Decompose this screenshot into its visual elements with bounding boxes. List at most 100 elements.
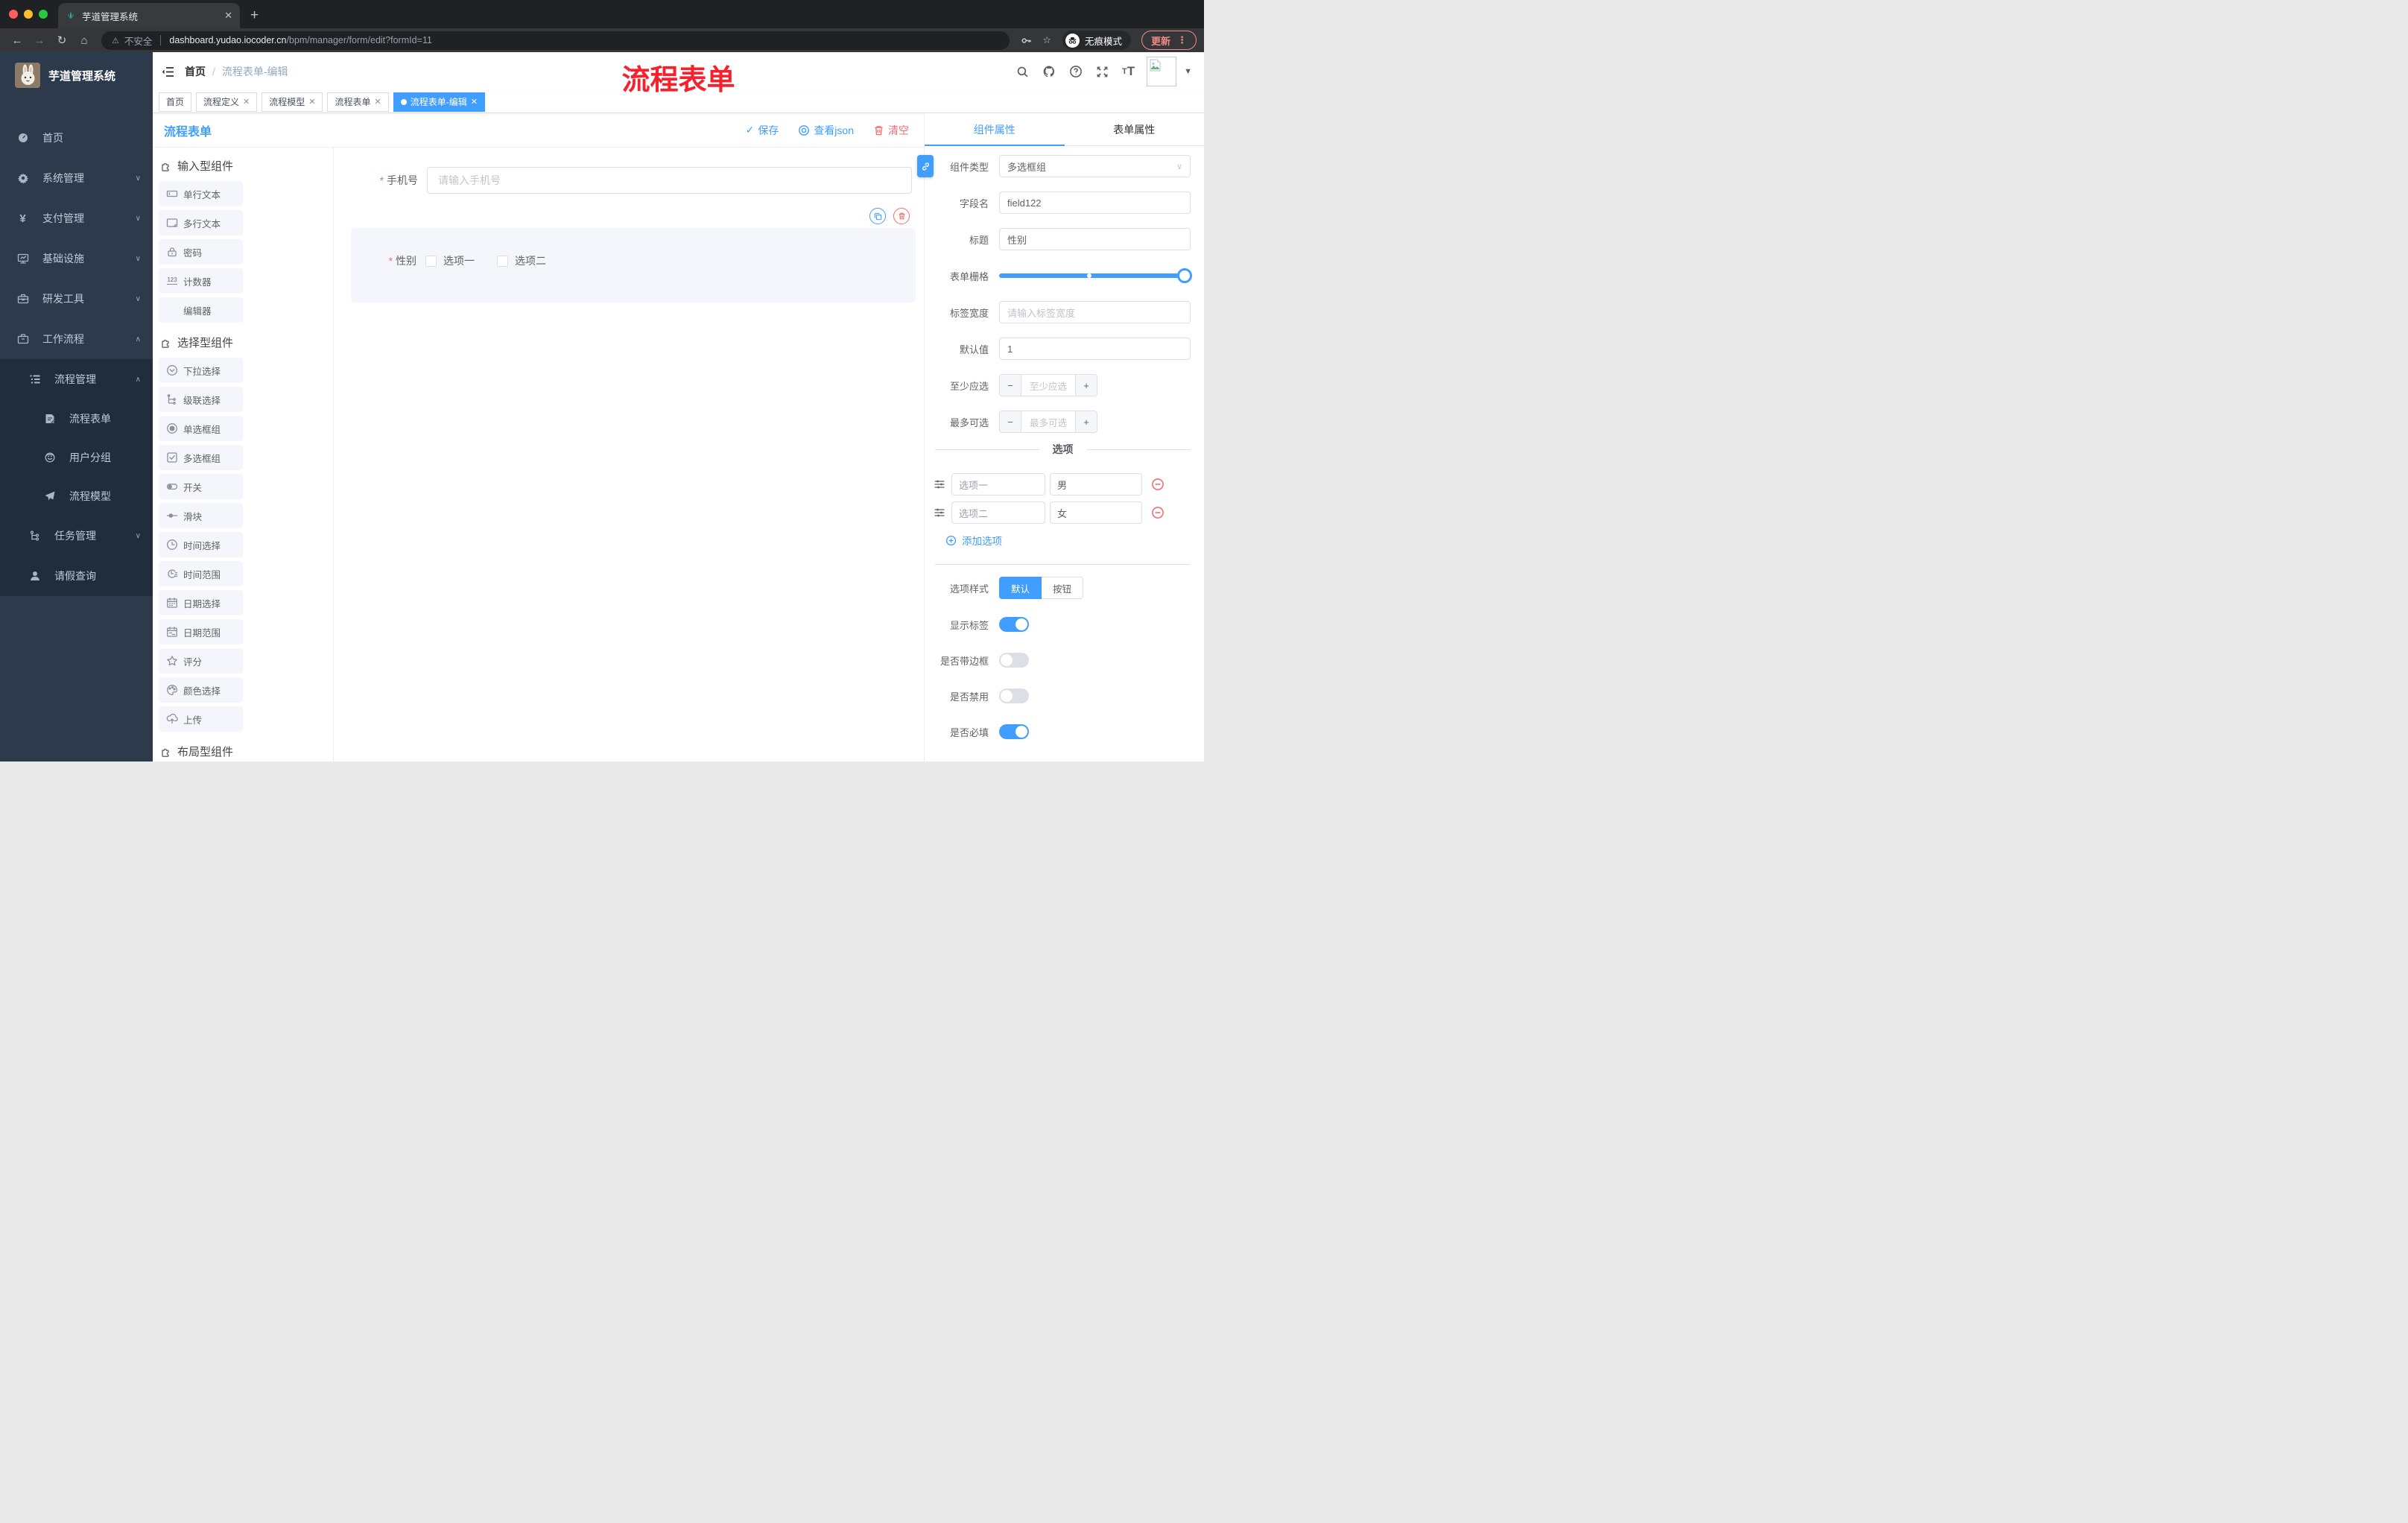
maximize-window-button[interactable] bbox=[39, 10, 48, 19]
sidebar-item-任务管理[interactable]: 任务管理 ∨ bbox=[0, 516, 153, 556]
drag-handle-icon[interactable] bbox=[934, 507, 945, 519]
home-icon[interactable]: ⌂ bbox=[75, 34, 94, 47]
palette-item-颜色选择[interactable]: 颜色选择 bbox=[159, 677, 243, 703]
sidebar-item-流程管理[interactable]: 流程管理 ∧ bbox=[0, 359, 153, 399]
canvas-field-phone[interactable]: 手机号 请输入手机号 bbox=[342, 167, 912, 194]
copy-component-button[interactable] bbox=[869, 208, 886, 224]
toggle-switch[interactable] bbox=[999, 653, 1029, 668]
collapse-sidebar-icon[interactable] bbox=[162, 66, 174, 77]
palette-item-下拉选择[interactable]: 下拉选择 bbox=[159, 358, 243, 383]
window-controls[interactable] bbox=[0, 10, 58, 28]
bookmark-star-icon[interactable]: ☆ bbox=[1042, 34, 1051, 46]
tag-close-icon[interactable]: ✕ bbox=[308, 97, 315, 107]
palette-item-日期范围[interactable]: 日期范围 bbox=[159, 619, 243, 645]
form-canvas[interactable]: 手机号 请输入手机号 bbox=[334, 148, 924, 762]
clear-button[interactable]: 清空 bbox=[873, 123, 909, 138]
canvas-field-gender-selected[interactable]: 性别 选项一 选项二 bbox=[351, 208, 916, 303]
reload-icon[interactable]: ↻ bbox=[52, 34, 72, 47]
palette-item-日期选择[interactable]: 日期选择 bbox=[159, 590, 243, 615]
palette-item-编辑器[interactable]: 编辑器 bbox=[159, 297, 243, 323]
remove-option-button[interactable] bbox=[1151, 506, 1165, 519]
grid-slider[interactable] bbox=[999, 265, 1192, 287]
sidebar-item-首页[interactable]: 首页 bbox=[0, 118, 153, 158]
tag-close-icon[interactable]: ✕ bbox=[243, 97, 250, 107]
option-value-input[interactable]: 男 bbox=[1050, 473, 1142, 495]
palette-item-多行文本[interactable]: 多行文本 bbox=[159, 210, 243, 235]
url-text[interactable]: dashboard.yudao.iocoder.cn/bpm/manager/f… bbox=[169, 35, 431, 45]
browser-tab[interactable]: 芋道管理系统 ✕ bbox=[58, 3, 240, 28]
back-icon[interactable]: ← bbox=[7, 34, 27, 47]
delete-component-button[interactable] bbox=[893, 208, 910, 224]
sidebar-item-用户分组[interactable]: 用户分组 bbox=[0, 438, 153, 477]
toggle-switch[interactable] bbox=[999, 617, 1029, 632]
tag-流程表单[interactable]: 流程表单 ✕ bbox=[327, 92, 389, 112]
palette-item-多选框组[interactable]: 多选框组 bbox=[159, 445, 243, 470]
close-window-button[interactable] bbox=[9, 10, 18, 19]
search-icon[interactable] bbox=[1016, 66, 1029, 78]
browser-menu-icon[interactable]: ⋮ bbox=[1177, 34, 1187, 46]
sidebar-item-流程表单[interactable]: 流程表单 bbox=[0, 399, 153, 438]
avatar-dropdown-icon[interactable]: ▼ bbox=[1184, 67, 1192, 76]
new-tab-button[interactable]: + bbox=[240, 7, 269, 28]
palette-item-开关[interactable]: 开关 bbox=[159, 474, 243, 499]
palette-item-单行文本[interactable]: 单行文本 bbox=[159, 181, 243, 206]
max-select-stepper[interactable]: − 最多可选 + bbox=[999, 411, 1097, 433]
palette-item-时间范围[interactable]: 时间范围 bbox=[159, 561, 243, 586]
sidebar-item-流程模型[interactable]: 流程模型 bbox=[0, 477, 153, 516]
palette-item-滑块[interactable]: 滑块 bbox=[159, 503, 243, 528]
palette-item-单选框组[interactable]: 单选框组 bbox=[159, 416, 243, 441]
palette-item-密码[interactable]: 密码 bbox=[159, 239, 243, 265]
gender-option-选项一[interactable]: 选项一 bbox=[425, 253, 475, 268]
tag-close-icon[interactable]: ✕ bbox=[471, 97, 478, 107]
tab-component-props[interactable]: 组件属性 bbox=[925, 113, 1065, 145]
palette-item-计数器[interactable]: 123 计数器 bbox=[159, 268, 243, 294]
link-icon[interactable] bbox=[917, 155, 934, 177]
plus-button[interactable]: + bbox=[1075, 411, 1097, 432]
breadcrumb-home[interactable]: 首页 bbox=[185, 64, 206, 79]
address-bar[interactable]: ⚠ 不安全 dashboard.yudao.iocoder.cn/bpm/man… bbox=[101, 31, 1010, 50]
component-type-select[interactable]: 多选框组 ∨ bbox=[999, 155, 1191, 177]
tag-流程模型[interactable]: 流程模型 ✕ bbox=[262, 92, 323, 112]
palette-item-时间选择[interactable]: 时间选择 bbox=[159, 532, 243, 557]
sidebar-item-请假查询[interactable]: 请假查询 bbox=[0, 556, 153, 596]
sidebar-item-支付管理[interactable]: ¥ 支付管理 ∨ bbox=[0, 198, 153, 238]
sidebar-item-研发工具[interactable]: 研发工具 ∨ bbox=[0, 279, 153, 319]
add-option-button[interactable]: 添加选项 bbox=[945, 533, 1191, 548]
checkbox-icon[interactable] bbox=[425, 255, 437, 267]
sidebar-item-工作流程[interactable]: 工作流程 ∧ bbox=[0, 319, 153, 359]
tab-form-props[interactable]: 表单属性 bbox=[1065, 113, 1205, 145]
font-size-icon[interactable]: TT bbox=[1122, 64, 1135, 79]
toggle-switch[interactable] bbox=[999, 724, 1029, 739]
slider-handle[interactable] bbox=[1177, 268, 1192, 283]
remove-option-button[interactable] bbox=[1151, 478, 1165, 491]
phone-input[interactable]: 请输入手机号 bbox=[427, 167, 912, 194]
key-icon[interactable] bbox=[1021, 35, 1032, 46]
option-name-input[interactable]: 选项二 bbox=[951, 501, 1045, 524]
checkbox-icon[interactable] bbox=[497, 255, 508, 267]
forward-icon[interactable]: → bbox=[30, 34, 49, 47]
view-json-button[interactable]: 查看json bbox=[798, 123, 854, 138]
sidebar-item-系统管理[interactable]: 系统管理 ∨ bbox=[0, 158, 153, 198]
sidebar-logo[interactable]: 芋道管理系统 bbox=[0, 52, 153, 98]
plus-button[interactable]: + bbox=[1075, 375, 1097, 396]
toggle-switch[interactable] bbox=[999, 688, 1029, 703]
save-button[interactable]: ✓ 保存 bbox=[746, 123, 779, 138]
minimize-window-button[interactable] bbox=[24, 10, 33, 19]
sidebar-item-基础设施[interactable]: 基础设施 ∨ bbox=[0, 238, 153, 279]
help-icon[interactable] bbox=[1069, 65, 1083, 78]
option-value-input[interactable]: 女 bbox=[1050, 501, 1142, 524]
min-select-stepper[interactable]: − 至少应选 + bbox=[999, 374, 1097, 396]
minus-button[interactable]: − bbox=[1000, 411, 1021, 432]
default-value-input[interactable]: 1 bbox=[999, 338, 1191, 360]
drag-handle-icon[interactable] bbox=[934, 478, 945, 490]
option-style-button[interactable]: 按钮 bbox=[1042, 577, 1084, 599]
browser-update-button[interactable]: 更新 ⋮ bbox=[1141, 31, 1197, 50]
fullscreen-icon[interactable] bbox=[1096, 66, 1109, 78]
option-name-input[interactable]: 选项一 bbox=[951, 473, 1045, 495]
tab-close-icon[interactable]: ✕ bbox=[224, 10, 232, 22]
title-input[interactable]: 性别 bbox=[999, 228, 1191, 250]
gender-option-选项二[interactable]: 选项二 bbox=[497, 253, 546, 268]
palette-item-上传[interactable]: 上传 bbox=[159, 706, 243, 732]
github-icon[interactable] bbox=[1042, 65, 1056, 78]
label-width-input[interactable]: 请输入标签宽度 bbox=[999, 301, 1191, 323]
